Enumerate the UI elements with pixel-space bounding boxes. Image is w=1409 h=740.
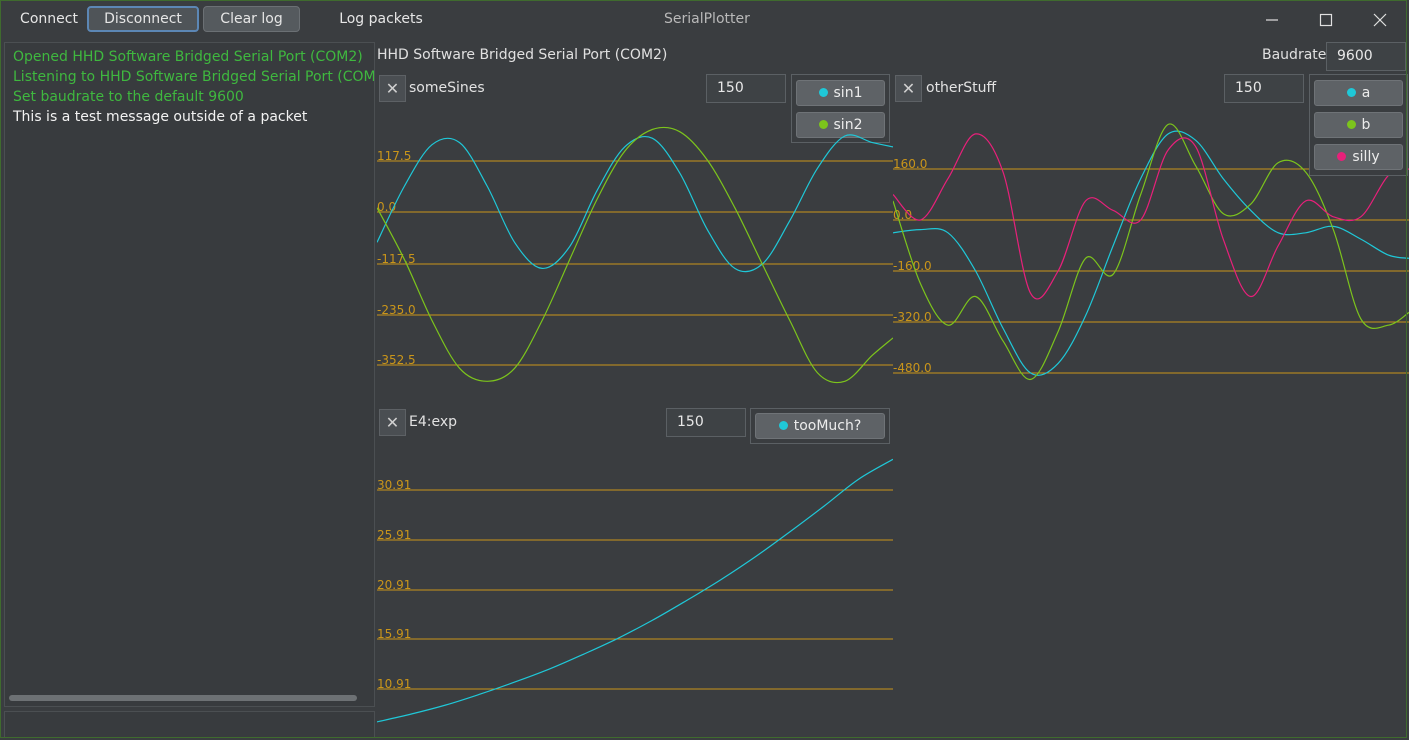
- y-tick-label: 117.5: [377, 149, 411, 163]
- log-line: This is a test message outside of a pack…: [13, 109, 308, 125]
- log-packets-button[interactable]: Log packets: [330, 6, 432, 32]
- series-line-sin2: [377, 126, 893, 384]
- series-dot-icon: [1346, 88, 1356, 97]
- app-title: SerialPlotter: [664, 11, 750, 27]
- plot-title: otherStuff: [926, 80, 997, 96]
- legend-button-tooMuch[interactable]: tooMuch?: [755, 413, 885, 439]
- baudrate-label: Baudrate:: [1262, 47, 1332, 63]
- series-dot-icon: [1346, 120, 1356, 129]
- plot-area-E4-exp: 30.91 25.91 20.91 15.91 10.91: [377, 458, 893, 723]
- legend: tooMuch?: [750, 408, 890, 444]
- y-tick-label: 160.0: [893, 157, 927, 171]
- close-plot-button[interactable]: ✕: [379, 409, 406, 436]
- maximize-icon[interactable]: [1312, 8, 1340, 32]
- port-label: HHD Software Bridged Serial Port (COM2): [377, 47, 668, 63]
- plot-title: someSines: [409, 80, 485, 96]
- y-tick-label: -480.0: [893, 361, 932, 375]
- legend-button-b[interactable]: b: [1314, 112, 1403, 138]
- y-tick-label: -235.0: [377, 303, 416, 317]
- series-dot-icon: [818, 88, 828, 97]
- y-tick-label: -320.0: [893, 310, 932, 324]
- legend-label: a: [1361, 85, 1371, 101]
- close-plot-button[interactable]: ✕: [379, 75, 406, 102]
- baudrate-input[interactable]: 9600: [1326, 42, 1406, 71]
- y-tick-label: -352.5: [377, 353, 416, 367]
- legend-button-a[interactable]: a: [1314, 80, 1403, 106]
- log-line: Set baudrate to the default 9600: [13, 89, 244, 105]
- close-plot-button[interactable]: ✕: [895, 75, 922, 102]
- plot-title: E4:exp: [409, 414, 458, 430]
- legend-label: silly: [1352, 149, 1380, 165]
- title-bar: Connect Disconnect Clear log Log packets…: [0, 0, 1409, 40]
- points-input[interactable]: 150: [1224, 74, 1304, 103]
- log-line: Opened HHD Software Bridged Serial Port …: [13, 49, 363, 65]
- horizontal-scrollbar[interactable]: [9, 695, 357, 701]
- connect-button[interactable]: Connect: [12, 6, 86, 32]
- series-dot-icon: [778, 421, 788, 430]
- legend-button-silly[interactable]: silly: [1314, 144, 1403, 170]
- series-dot-icon: [1337, 152, 1347, 161]
- plot-area-someSines: 117.50.0-117.5-235.0-352.5: [377, 126, 893, 384]
- close-icon[interactable]: [1366, 8, 1394, 32]
- log-input[interactable]: [4, 711, 375, 738]
- legend-label: tooMuch?: [793, 418, 862, 434]
- disconnect-button[interactable]: Disconnect: [87, 6, 199, 32]
- legend: a b silly: [1309, 74, 1408, 176]
- y-tick-label: 10.91: [377, 677, 411, 691]
- clear-log-button[interactable]: Clear log: [203, 6, 300, 32]
- y-tick-label: 25.91: [377, 528, 411, 542]
- y-tick-label: -117.5: [377, 252, 416, 266]
- series-line-sin1: [377, 134, 893, 273]
- y-tick-label: 30.91: [377, 478, 411, 492]
- points-input[interactable]: 150: [706, 74, 786, 103]
- log-panel[interactable]: Opened HHD Software Bridged Serial Port …: [4, 42, 375, 707]
- log-line: Listening to HHD Software Bridged Serial…: [13, 69, 375, 85]
- minimize-icon[interactable]: [1258, 8, 1286, 32]
- points-input[interactable]: 150: [666, 408, 746, 437]
- legend-label: b: [1361, 117, 1371, 133]
- y-tick-label: 15.91: [377, 627, 411, 641]
- legend-label: sin1: [833, 85, 863, 101]
- series-line-tooMuch: [377, 458, 893, 723]
- y-tick-label: 20.91: [377, 578, 411, 592]
